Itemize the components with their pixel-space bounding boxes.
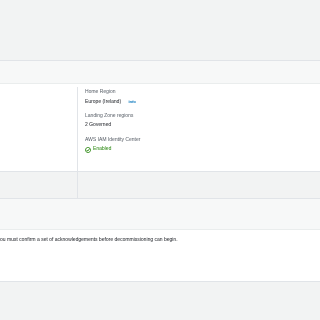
identity-center-label: AWS IAM Identity Center	[85, 137, 141, 143]
decommission-note: ou must confirm a set of acknowledgement…	[0, 237, 178, 243]
decommission-panel: ou must confirm a set of acknowledgement…	[0, 198, 320, 282]
column-divider	[77, 87, 78, 199]
identity-center-status: Enabled	[85, 146, 140, 153]
landing-zone-regions-label: Landing Zone regions	[85, 113, 134, 119]
identity-center-status-text: Enabled	[93, 146, 112, 152]
home-region-value: Europe (Ireland) Info	[85, 98, 136, 106]
decommission-header	[0, 199, 320, 230]
landing-zone-regions-field: Landing Zone regions 2 Governed	[85, 113, 133, 129]
identity-center-field: AWS IAM Identity Center Enabled	[85, 137, 140, 153]
landing-zone-details-panel: Home Region Europe (Ireland) Info Landin…	[0, 60, 320, 234]
home-region-text: Europe (Ireland)	[85, 99, 122, 105]
panel-header	[0, 61, 320, 84]
home-region-field: Home Region Europe (Ireland) Info	[85, 89, 136, 106]
home-region-label: Home Region	[85, 89, 116, 95]
info-link[interactable]: Info	[129, 99, 136, 104]
landing-zone-regions-value: 2 Governed	[85, 122, 112, 128]
check-circle-icon	[85, 146, 91, 153]
